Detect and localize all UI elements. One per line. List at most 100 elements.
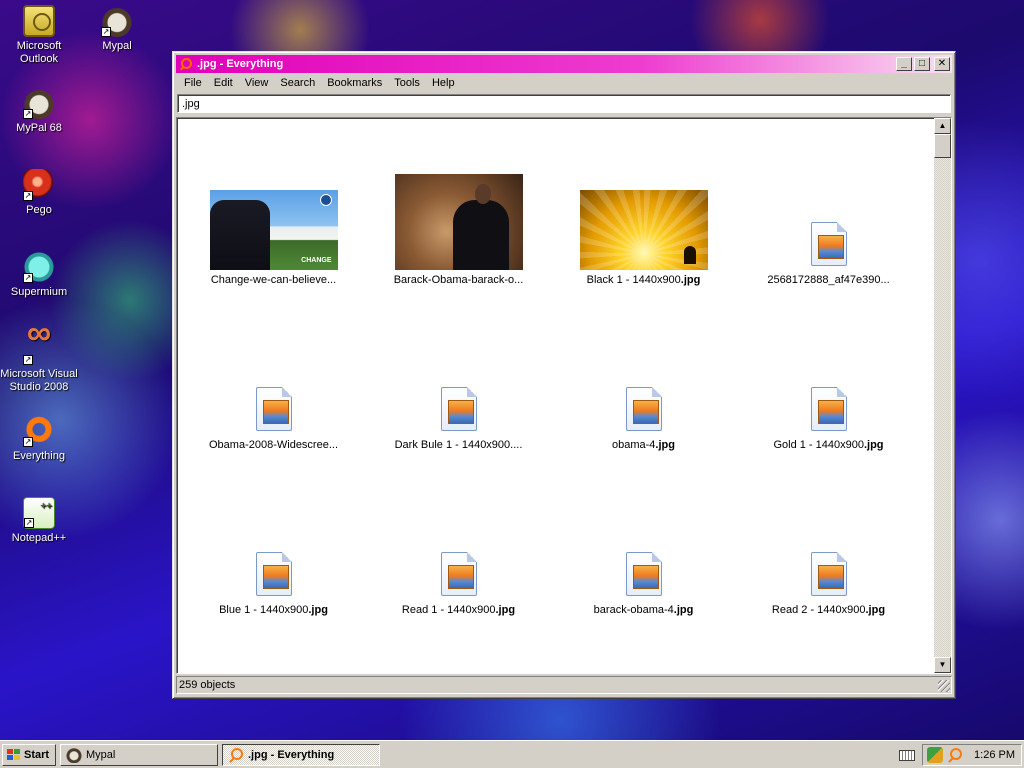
start-button[interactable]: Start bbox=[2, 744, 56, 766]
result-item[interactable]: Dark Bule 1 - 1440x900.... bbox=[366, 287, 551, 452]
start-label: Start bbox=[24, 749, 50, 761]
status-bar: 259 objects bbox=[176, 676, 952, 694]
thumbnail-frame bbox=[366, 142, 551, 270]
mypal-icon bbox=[66, 747, 82, 763]
file-name: Barack-Obama-barack-o... bbox=[393, 274, 524, 286]
results-grid: CHANGE Change-we-can-believe... Barack-O… bbox=[181, 122, 931, 617]
results-view[interactable]: CHANGE Change-we-can-believe... Barack-O… bbox=[176, 117, 952, 674]
menu-tools[interactable]: Tools bbox=[388, 75, 426, 91]
file-name: Black 1 - 1440x900.jpg bbox=[586, 274, 701, 286]
thumbnail-frame bbox=[551, 472, 736, 600]
jpg-file-icon bbox=[810, 222, 847, 266]
everything-icon bbox=[228, 747, 244, 763]
minimize-button[interactable]: _ bbox=[896, 57, 912, 71]
everything-icon bbox=[179, 57, 193, 71]
desktop-icon-everything[interactable]: ↗ Everything bbox=[0, 415, 78, 463]
desktop-icon-label: Microsoft Visual Studio 2008 bbox=[0, 368, 78, 393]
search-input[interactable] bbox=[177, 94, 951, 113]
menu-search[interactable]: Search bbox=[274, 75, 321, 91]
everything-tray-icon[interactable] bbox=[947, 747, 963, 763]
thumbnail-frame bbox=[551, 142, 736, 270]
clock[interactable]: 1:26 PM bbox=[974, 749, 1015, 761]
title-bar[interactable]: .jpg - Everything _ □ ✕ bbox=[176, 55, 952, 73]
title-bar-buttons: _ □ ✕ bbox=[896, 57, 950, 71]
scroll-down-button[interactable]: ▼ bbox=[934, 657, 951, 673]
desktop-icon-outlook[interactable]: Microsoft Outlook bbox=[0, 5, 78, 66]
desktop-icon-label: Pego bbox=[26, 204, 52, 216]
desktop-icon-notepad-plus-plus[interactable]: ↗ Notepad++ bbox=[0, 497, 78, 545]
menu-file[interactable]: File bbox=[178, 75, 208, 91]
close-button[interactable]: ✕ bbox=[934, 57, 950, 71]
system-tray: 1:26 PM bbox=[922, 744, 1022, 766]
scroll-up-button[interactable]: ▲ bbox=[934, 118, 951, 134]
shortcut-arrow-icon: ↗ bbox=[24, 518, 34, 528]
mypal-icon: ↗ bbox=[101, 5, 133, 37]
result-item[interactable]: Black 1 - 1440x900.jpg bbox=[551, 122, 736, 287]
result-item[interactable]: Gold 1 - 1440x900.jpg bbox=[736, 287, 921, 452]
file-name: Change-we-can-believe... bbox=[210, 274, 337, 286]
desktop-icon-pego[interactable]: ↗ Pego bbox=[0, 169, 78, 217]
shortcut-arrow-icon: ↗ bbox=[101, 27, 111, 37]
file-name: 2568172888_af47e390... bbox=[767, 274, 890, 286]
desktop-icon-visual-studio[interactable]: ↗ Microsoft Visual Studio 2008 bbox=[0, 327, 78, 394]
file-name: Blue 1 - 1440x900.jpg bbox=[219, 604, 328, 616]
maximize-button[interactable]: □ bbox=[914, 57, 930, 71]
taskbar-button-everything[interactable]: .jpg - Everything bbox=[222, 744, 380, 766]
shortcut-arrow-icon: ↗ bbox=[23, 437, 33, 447]
thumbnail-frame bbox=[551, 307, 736, 435]
taskbar: Start Mypal .jpg - Everything 1:26 PM bbox=[0, 740, 1024, 768]
jpg-file-icon bbox=[440, 387, 477, 431]
jpg-file-icon bbox=[810, 387, 847, 431]
file-name: Gold 1 - 1440x900.jpg bbox=[773, 439, 884, 451]
result-item[interactable]: Blue 1 - 1440x900.jpg bbox=[181, 452, 366, 617]
thumbnail-frame bbox=[736, 142, 921, 270]
network-icon[interactable] bbox=[927, 747, 943, 763]
result-item[interactable]: 2568172888_af47e390... bbox=[736, 122, 921, 287]
supermium-icon: ↗ bbox=[23, 251, 55, 283]
thumbnail-frame bbox=[366, 307, 551, 435]
shortcut-arrow-icon: ↗ bbox=[23, 191, 33, 201]
menu-bar: File Edit View Search Bookmarks Tools He… bbox=[176, 73, 952, 93]
desktop-icon-mypal-68[interactable]: ↗ MyPal 68 bbox=[0, 87, 78, 135]
menu-view[interactable]: View bbox=[239, 75, 275, 91]
vertical-scrollbar[interactable]: ▲ ▼ bbox=[934, 118, 951, 673]
result-item[interactable]: barack-obama-4.jpg bbox=[551, 452, 736, 617]
resize-grip-icon[interactable] bbox=[938, 680, 950, 692]
result-item[interactable]: Obama-2008-Widescree... bbox=[181, 287, 366, 452]
result-item[interactable]: obama-4.jpg bbox=[551, 287, 736, 452]
shortcut-arrow-icon: ↗ bbox=[23, 355, 33, 365]
jpg-file-icon bbox=[810, 552, 847, 596]
result-item[interactable]: CHANGE Change-we-can-believe... bbox=[181, 122, 366, 287]
window-title: .jpg - Everything bbox=[197, 58, 284, 70]
image-thumbnail: CHANGE bbox=[209, 190, 338, 270]
jpg-file-icon bbox=[625, 552, 662, 596]
notepad-plus-plus-icon: ↗ bbox=[23, 497, 55, 529]
desktop-icon-mypal[interactable]: ↗ Mypal bbox=[78, 5, 156, 53]
file-name: obama-4.jpg bbox=[612, 439, 675, 451]
outlook-icon bbox=[23, 5, 55, 37]
shortcut-arrow-icon: ↗ bbox=[23, 273, 33, 283]
file-name: Dark Bule 1 - 1440x900.... bbox=[394, 439, 523, 451]
thumbnail-frame: CHANGE bbox=[181, 142, 366, 270]
everything-window: .jpg - Everything _ □ ✕ File Edit View S… bbox=[172, 51, 956, 699]
scrollbar-thumb[interactable] bbox=[934, 134, 951, 158]
visual-studio-icon: ↗ bbox=[23, 327, 55, 365]
thumbnail-frame bbox=[181, 472, 366, 600]
windows-logo-icon bbox=[7, 749, 21, 761]
taskbar-button-mypal[interactable]: Mypal bbox=[60, 744, 218, 766]
jpg-file-icon bbox=[255, 552, 292, 596]
result-item[interactable]: Read 1 - 1440x900.jpg bbox=[366, 452, 551, 617]
menu-help[interactable]: Help bbox=[426, 75, 461, 91]
desktop-icon-label: Supermium bbox=[10, 286, 68, 298]
file-name: barack-obama-4.jpg bbox=[593, 604, 694, 616]
menu-edit[interactable]: Edit bbox=[208, 75, 239, 91]
thumbnail-frame bbox=[736, 472, 921, 600]
desktop-icon-supermium[interactable]: ↗ Supermium bbox=[0, 251, 78, 299]
shortcut-arrow-icon: ↗ bbox=[23, 109, 33, 119]
result-item[interactable]: Read 2 - 1440x900.jpg bbox=[736, 452, 921, 617]
keyboard-icon[interactable] bbox=[898, 747, 915, 761]
file-name: Read 2 - 1440x900.jpg bbox=[771, 604, 886, 616]
object-count: 259 objects bbox=[179, 679, 236, 691]
menu-bookmarks[interactable]: Bookmarks bbox=[321, 75, 388, 91]
result-item[interactable]: Barack-Obama-barack-o... bbox=[366, 122, 551, 287]
